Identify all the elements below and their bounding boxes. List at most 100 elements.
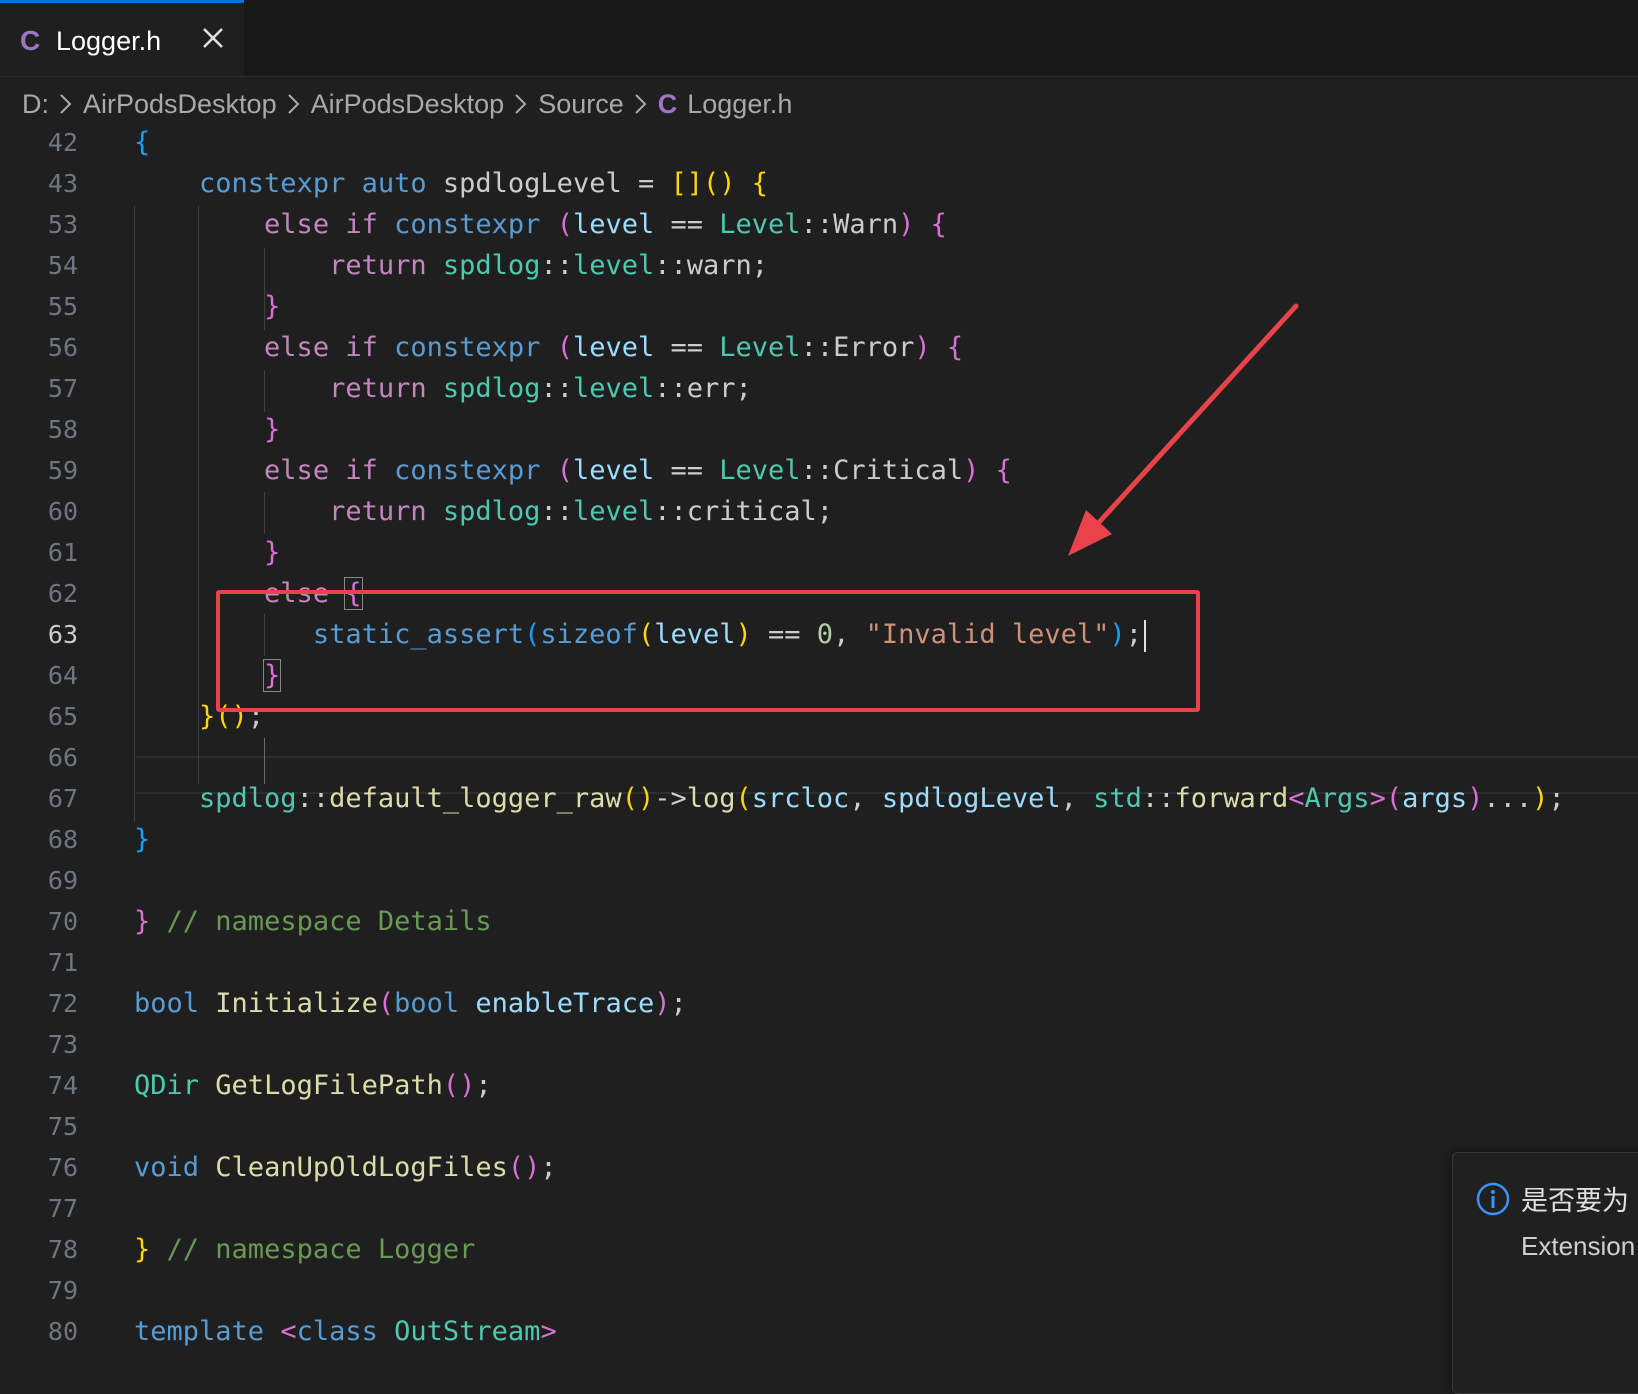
- line-number: 76: [47, 1153, 78, 1182]
- line-number: 57: [47, 374, 78, 403]
- c-file-icon: C: [657, 88, 678, 119]
- line-number: 80: [47, 1317, 78, 1346]
- code-token: ::err;: [654, 373, 752, 404]
- code-token: ;: [1548, 783, 1565, 814]
- tab-logger-h[interactable]: C Logger.h: [0, 0, 244, 76]
- line-number: 71: [47, 948, 78, 977]
- breadcrumb-drive[interactable]: D:: [22, 89, 49, 120]
- code-line[interactable]: 54 return spdlog::level::warn;: [0, 245, 1638, 286]
- code-line[interactable]: 69: [0, 860, 1638, 901]
- info-icon: [1476, 1182, 1510, 1216]
- code-line[interactable]: 53 else if constexpr (level == Level::Wa…: [0, 204, 1638, 245]
- code-text: constexpr auto spdlogLevel = []() {: [134, 163, 768, 204]
- code-token: ): [914, 332, 931, 363]
- close-icon[interactable]: [196, 21, 230, 55]
- line-number: 79: [47, 1276, 78, 1305]
- code-token: spdlog: [442, 496, 541, 527]
- code-text: return spdlog::level::err;: [134, 368, 752, 409]
- line-number: 55: [47, 292, 78, 321]
- code-token: // namespace Logger: [166, 1234, 476, 1265]
- code-token: spdlogLevel: [881, 783, 1061, 814]
- code-token: Level: [719, 455, 801, 486]
- code-line[interactable]: 42 {: [0, 126, 1638, 163]
- code-line[interactable]: 57 return spdlog::level::err;: [0, 368, 1638, 409]
- line-number: 70: [47, 907, 78, 936]
- code-token: ): [963, 455, 980, 486]
- breadcrumb-file[interactable]: Logger.h: [687, 89, 792, 120]
- code-token: srcloc: [751, 783, 850, 814]
- code-line[interactable]: 77: [0, 1188, 1638, 1229]
- code-token: forward: [1174, 783, 1289, 814]
- code-token: ,: [849, 783, 882, 814]
- breadcrumb-folder-1[interactable]: AirPodsDesktop: [83, 89, 277, 120]
- code-text: bool Initialize(bool enableTrace);: [134, 983, 687, 1024]
- code-editor[interactable]: 42 {43 constexpr auto spdlogLevel = []() …: [0, 126, 1638, 1380]
- code-token: ;: [540, 1152, 557, 1183]
- code-line[interactable]: 70} // namespace Details: [0, 901, 1638, 942]
- code-line[interactable]: 56 else if constexpr (level == Level::Er…: [0, 327, 1638, 368]
- code-line[interactable]: 71: [0, 942, 1638, 983]
- breadcrumb-folder-source[interactable]: Source: [538, 89, 624, 120]
- line-number: 43: [47, 169, 78, 198]
- code-token: spdlogLevel =: [426, 168, 671, 199]
- code-line[interactable]: 58 }: [0, 409, 1638, 450]
- c-file-icon: C: [20, 25, 41, 56]
- code-token: else: [264, 209, 330, 240]
- code-token: (: [1385, 783, 1403, 814]
- code-line[interactable]: 75: [0, 1106, 1638, 1147]
- code-line[interactable]: 60 return spdlog::level::critical;: [0, 491, 1638, 532]
- line-number: 60: [47, 497, 78, 526]
- code-line[interactable]: 59 else if constexpr (level == Level::Cr…: [0, 450, 1638, 491]
- code-line[interactable]: 68}: [0, 819, 1638, 860]
- code-token: constexpr: [394, 455, 541, 486]
- code-line[interactable]: 76 void CleanUpOldLogFiles();: [0, 1147, 1638, 1188]
- code-line[interactable]: 78} // namespace Logger: [0, 1229, 1638, 1270]
- notification-toast[interactable]: 是否要为 Extension: [1452, 1152, 1638, 1394]
- code-line[interactable]: 73: [0, 1024, 1638, 1065]
- highlight-box: [216, 590, 1200, 712]
- code-line[interactable]: 72 bool Initialize(bool enableTrace);: [0, 983, 1638, 1024]
- code-token: spdlog: [199, 783, 297, 814]
- code-line[interactable]: 79: [0, 1270, 1638, 1311]
- code-line[interactable]: 67 spdlog::default_logger_raw()->log(src…: [0, 778, 1638, 819]
- chevron-right-icon: [287, 94, 300, 114]
- line-number: 58: [47, 415, 78, 444]
- code-line[interactable]: 80 template <class OutStream>: [0, 1311, 1638, 1352]
- code-line[interactable]: 66: [0, 737, 1638, 778]
- line-number: 74: [47, 1071, 78, 1100]
- code-token: }: [134, 1234, 151, 1265]
- code-line[interactable]: 74 QDir GetLogFilePath();: [0, 1065, 1638, 1106]
- code-token: }: [264, 291, 281, 322]
- breadcrumb-folder-2[interactable]: AirPodsDesktop: [311, 89, 505, 120]
- code-token: (: [377, 988, 395, 1019]
- code-token: <: [1288, 783, 1305, 814]
- code-line[interactable]: 61 }: [0, 532, 1638, 573]
- code-line[interactable]: 55 }: [0, 286, 1638, 327]
- breadcrumb: D: AirPodsDesktop AirPodsDesktop Source …: [22, 84, 792, 124]
- line-number: 54: [47, 251, 78, 280]
- code-token: log: [686, 783, 736, 814]
- code-token: >: [1369, 783, 1386, 814]
- code-text: QDir GetLogFilePath();: [134, 1065, 492, 1106]
- code-token: level: [572, 332, 655, 363]
- code-line[interactable]: 43 constexpr auto spdlogLevel = []() {: [0, 163, 1638, 204]
- code-token: auto: [361, 168, 427, 199]
- line-number: 68: [47, 825, 78, 854]
- code-text: }: [134, 819, 150, 860]
- chevron-right-icon: [515, 94, 527, 114]
- code-text: }: [134, 286, 280, 327]
- code-token: level: [572, 373, 655, 404]
